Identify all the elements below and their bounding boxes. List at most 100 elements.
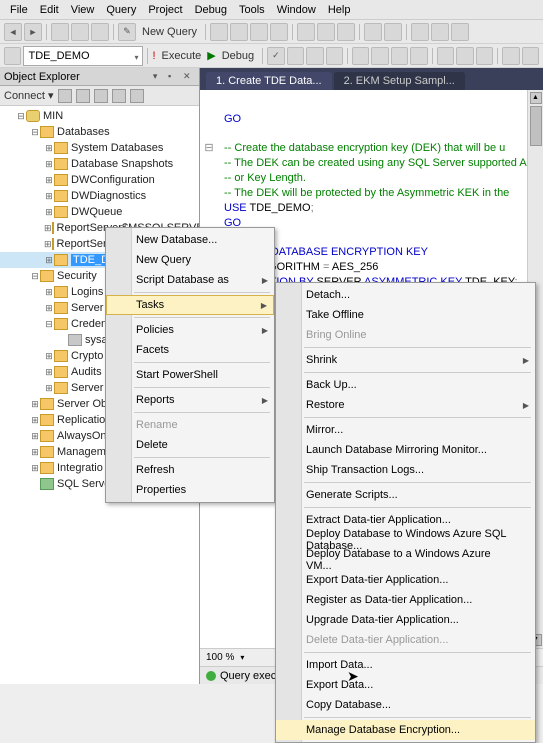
pin-icon[interactable]: ▾ <box>153 71 165 83</box>
oe-tb-icon[interactable] <box>130 89 144 103</box>
execute-button[interactable]: Execute <box>158 50 206 62</box>
tb-icon[interactable] <box>306 47 323 65</box>
tb-icon[interactable] <box>384 23 402 41</box>
mi-export-dta[interactable]: Export Data-tier Application... <box>276 570 535 590</box>
menu-window[interactable]: Window <box>271 2 322 18</box>
tb-icon[interactable] <box>337 23 355 41</box>
menu-edit[interactable]: Edit <box>34 2 65 18</box>
mi-restore[interactable]: Restore▶ <box>276 395 535 415</box>
credential-icon <box>68 334 82 346</box>
tab-create-tde[interactable]: 1. Create TDE Data... <box>206 72 332 90</box>
tb-icon[interactable] <box>437 47 454 65</box>
tb-icon[interactable] <box>456 47 473 65</box>
tb-icon[interactable] <box>451 23 469 41</box>
mi-policies[interactable]: Policies▶ <box>106 320 274 340</box>
save-button[interactable] <box>91 23 109 41</box>
tb-icon[interactable] <box>352 47 369 65</box>
menu-query[interactable]: Query <box>100 2 142 18</box>
tb-icon[interactable] <box>287 47 304 65</box>
tb-icon[interactable] <box>410 47 427 65</box>
tb-icon[interactable] <box>431 23 449 41</box>
mi-reports[interactable]: Reports▶ <box>106 390 274 410</box>
menu-help[interactable]: Help <box>322 2 357 18</box>
tb-icon[interactable] <box>522 47 539 65</box>
mi-manage-database-encryption[interactable]: Manage Database Encryption... <box>276 720 535 740</box>
tb-icon[interactable] <box>297 23 315 41</box>
db-node[interactable]: ⊞DWQueue <box>0 204 199 220</box>
mi-facets[interactable]: Facets <box>106 340 274 360</box>
tb-icon[interactable] <box>250 23 268 41</box>
menu-view[interactable]: View <box>65 2 101 18</box>
menu-tools[interactable]: Tools <box>233 2 271 18</box>
tb-icon[interactable] <box>476 47 493 65</box>
mi-import-data[interactable]: Import Data... <box>276 655 535 675</box>
mi-start-powershell[interactable]: Start PowerShell <box>106 365 274 385</box>
collapse-icon[interactable]: ⊟ <box>202 141 216 155</box>
mi-delete[interactable]: Delete <box>106 435 274 455</box>
tb-icon[interactable] <box>411 23 429 41</box>
mi-properties[interactable]: Properties <box>106 480 274 500</box>
mi-ship-transaction-logs[interactable]: Ship Transaction Logs... <box>276 460 535 480</box>
mi-shrink[interactable]: Shrink▶ <box>276 350 535 370</box>
oe-tb-icon[interactable] <box>112 89 126 103</box>
nav-fwd-button[interactable]: ► <box>24 23 42 41</box>
tb-icon[interactable] <box>230 23 248 41</box>
mi-take-offline[interactable]: Take Offline <box>276 305 535 325</box>
database-icon <box>54 190 68 202</box>
connect-button[interactable]: Connect ▾ <box>4 89 54 102</box>
menu-project[interactable]: Project <box>142 2 188 18</box>
new-button[interactable] <box>51 23 69 41</box>
server-node[interactable]: ⊟MIN <box>0 108 199 124</box>
mi-deploy-azure-vm[interactable]: Deploy Database to a Windows Azure VM... <box>276 550 535 570</box>
mi-refresh[interactable]: Refresh <box>106 460 274 480</box>
close-icon[interactable]: ✕ <box>183 71 195 83</box>
tb-icon[interactable] <box>210 23 228 41</box>
db-folder-node[interactable]: ⊞Database Snapshots <box>0 156 199 172</box>
newquery-label[interactable]: New Query <box>138 26 201 38</box>
mi-new-database[interactable]: New Database... <box>106 230 274 250</box>
oe-tb-icon[interactable] <box>94 89 108 103</box>
mi-export-data[interactable]: Export Data... <box>276 675 535 695</box>
mi-detach[interactable]: Detach... <box>276 285 535 305</box>
oe-tb-icon[interactable] <box>58 89 72 103</box>
mi-copy-database[interactable]: Copy Database... <box>276 695 535 715</box>
tb-icon[interactable] <box>326 47 343 65</box>
scroll-thumb[interactable] <box>530 106 542 146</box>
databases-node[interactable]: ⊟Databases <box>0 124 199 140</box>
mi-launch-mirroring-monitor[interactable]: Launch Database Mirroring Monitor... <box>276 440 535 460</box>
db-node[interactable]: ⊞DWDiagnostics <box>0 188 199 204</box>
mi-script-database[interactable]: Script Database as▶ <box>106 270 274 290</box>
mi-tasks[interactable]: Tasks▶ <box>106 295 274 315</box>
newquery-icon[interactable]: ✎ <box>118 23 136 41</box>
database-combo[interactable]: TDE_DEMO <box>23 46 143 66</box>
chevron-down-icon[interactable]: ▾ <box>240 653 244 662</box>
tb-icon[interactable] <box>4 47 21 65</box>
tab-ekm-setup[interactable]: 2. EKM Setup Sampl... <box>334 72 465 90</box>
mi-mirror[interactable]: Mirror... <box>276 420 535 440</box>
menu-debug[interactable]: Debug <box>189 2 233 18</box>
debug-button[interactable]: Debug <box>218 50 258 62</box>
zoom-combo[interactable]: 100 % <box>206 652 234 663</box>
mi-upgrade-dta[interactable]: Upgrade Data-tier Application... <box>276 610 535 630</box>
tb-icon[interactable]: ✓ <box>267 47 284 65</box>
tb-icon[interactable] <box>371 47 388 65</box>
mi-register-dta[interactable]: Register as Data-tier Application... <box>276 590 535 610</box>
mi-new-query[interactable]: New Query <box>106 250 274 270</box>
pushpin-icon[interactable]: ▪ <box>168 71 180 83</box>
db-node[interactable]: ⊞DWConfiguration <box>0 172 199 188</box>
tb-icon[interactable] <box>270 23 288 41</box>
oe-tb-icon[interactable] <box>76 89 90 103</box>
open-button[interactable] <box>71 23 89 41</box>
mi-extract-dta[interactable]: Extract Data-tier Application... <box>276 510 535 530</box>
tb-icon[interactable] <box>364 23 382 41</box>
tb-icon[interactable] <box>391 47 408 65</box>
mi-deploy-azure-sql[interactable]: Deploy Database to Windows Azure SQL Dat… <box>276 530 535 550</box>
scroll-up-icon[interactable]: ▲ <box>530 92 542 104</box>
tb-icon[interactable] <box>502 47 519 65</box>
menu-file[interactable]: File <box>4 2 34 18</box>
mi-generate-scripts[interactable]: Generate Scripts... <box>276 485 535 505</box>
db-folder-node[interactable]: ⊞System Databases <box>0 140 199 156</box>
mi-back-up[interactable]: Back Up... <box>276 375 535 395</box>
nav-back-button[interactable]: ◄ <box>4 23 22 41</box>
tb-icon[interactable] <box>317 23 335 41</box>
